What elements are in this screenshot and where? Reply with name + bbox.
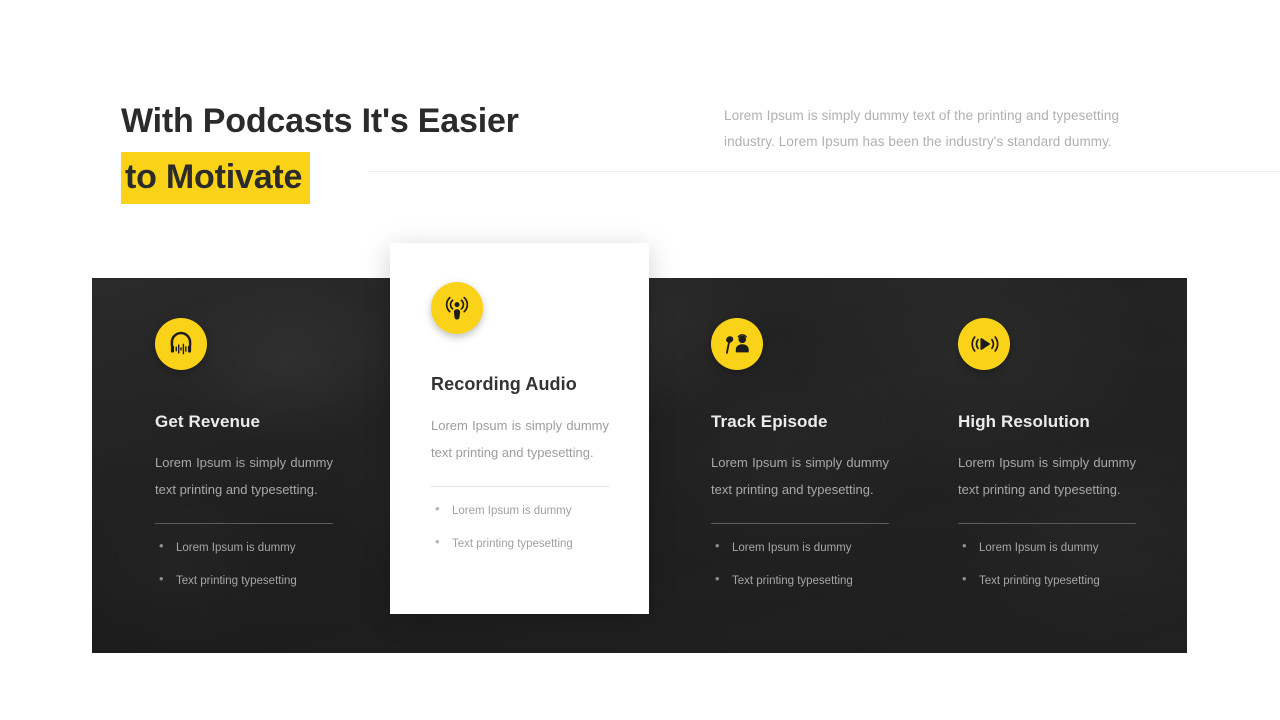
- list-item: Lorem Ipsum is dummy: [431, 501, 649, 519]
- card-description: Lorem Ipsum is simply dummy text printin…: [711, 455, 889, 497]
- card-divider: [155, 523, 333, 524]
- feature-card-track-episode[interactable]: Track Episode Lorem Ipsum is simply dumm…: [711, 318, 961, 606]
- list-item: Lorem Ipsum is dummy: [155, 538, 405, 556]
- header-divider: [368, 171, 1280, 172]
- page-title-line-1: With Podcasts It's Easier: [121, 102, 519, 140]
- play-broadcast-icon: [958, 318, 1010, 370]
- card-bullet-list: Lorem Ipsum is dummy Text printing types…: [155, 538, 405, 589]
- feature-card-recording-audio[interactable]: Recording Audio Lorem Ipsum is simply du…: [390, 243, 649, 614]
- card-divider: [711, 523, 889, 524]
- card-bullet-list: Lorem Ipsum is dummy Text printing types…: [958, 538, 1208, 589]
- person-microphone-icon: [711, 318, 763, 370]
- list-item: Lorem Ipsum is dummy: [711, 538, 961, 556]
- card-description: Lorem Ipsum is simply dummy text printin…: [958, 455, 1136, 497]
- list-item: Text printing typesetting: [711, 571, 961, 589]
- card-title: High Resolution: [958, 412, 1090, 431]
- card-title: Get Revenue: [155, 412, 261, 431]
- header-paragraph: Lorem Ipsum is simply dummy text of the …: [724, 108, 1120, 149]
- slide-root: With Podcasts It's Easier to Motivate Lo…: [0, 0, 1280, 720]
- feature-card-high-resolution[interactable]: High Resolution Lorem Ipsum is simply du…: [958, 318, 1208, 606]
- page-title: With Podcasts It's Easier to Motivate: [121, 98, 641, 204]
- list-item: Lorem Ipsum is dummy: [958, 538, 1208, 556]
- list-item: Text printing typesetting: [155, 571, 405, 589]
- page-title-highlight: to Motivate: [121, 152, 311, 204]
- card-description: Lorem Ipsum is simply dummy text printin…: [155, 455, 333, 497]
- card-divider: [431, 486, 609, 487]
- list-item: Text printing typesetting: [958, 571, 1208, 589]
- card-bullet-list: Lorem Ipsum is dummy Text printing types…: [431, 501, 649, 552]
- feature-card-get-revenue[interactable]: Get Revenue Lorem Ipsum is simply dummy …: [155, 318, 405, 606]
- podcast-microphone-icon: [431, 282, 483, 334]
- card-divider: [958, 523, 1136, 524]
- list-item: Text printing typesetting: [431, 534, 649, 552]
- card-title: Track Episode: [711, 412, 828, 431]
- card-bullet-list: Lorem Ipsum is dummy Text printing types…: [711, 538, 961, 589]
- card-description: Lorem Ipsum is simply dummy text printin…: [431, 418, 609, 460]
- headphones-soundwave-icon: [155, 318, 207, 370]
- card-title: Recording Audio: [431, 374, 577, 394]
